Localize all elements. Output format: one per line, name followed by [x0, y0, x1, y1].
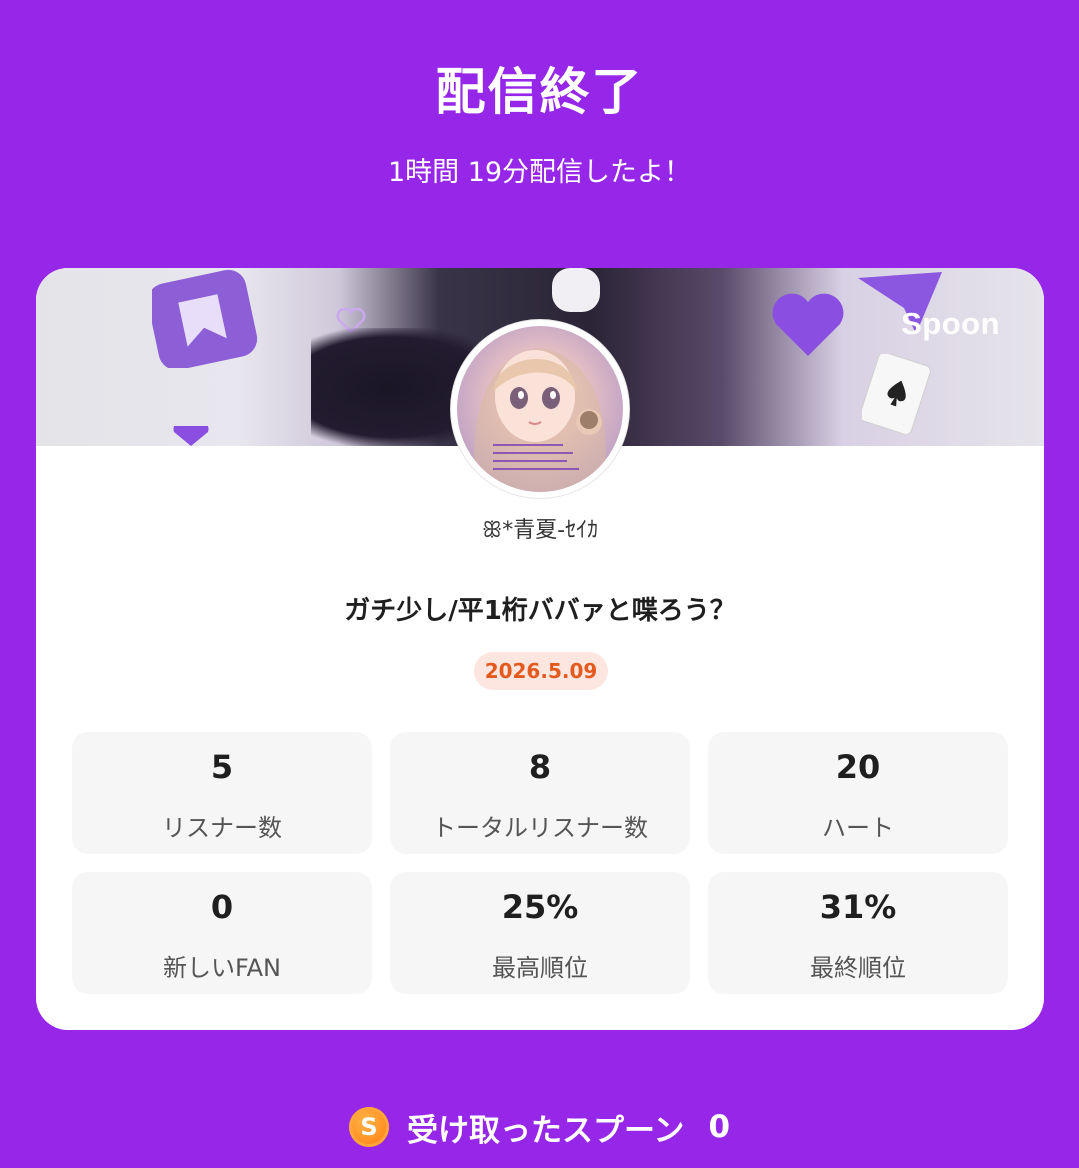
stat-listeners: 5 リスナー数 [72, 732, 372, 854]
stat-total-listeners: 8 トータルリスナー数 [390, 732, 690, 854]
heart-icon [772, 293, 844, 356]
spoons-label: 受け取ったスプーン [406, 1112, 685, 1149]
bookmark-icon [152, 269, 258, 368]
playing-card [862, 354, 931, 434]
date-badge: 2026.5.09 [474, 652, 608, 690]
stream-title: ガチ少し/平1桁ババァと喋ろう？ [344, 596, 736, 626]
stat-label: 最終順位 [810, 954, 906, 982]
duration-text: 1時間 19分配信したよ！ [387, 157, 692, 188]
heart-icon [173, 426, 209, 446]
stat-value: 5 [210, 748, 234, 786]
spoons-count: 0 [708, 1109, 731, 1145]
stat-label: 新しいFAN [163, 954, 281, 982]
stat-value: 25% [501, 888, 579, 926]
mask-face [552, 268, 600, 312]
username: ꕥ*青夏-ｾｲｶ [481, 518, 599, 543]
stat-label: トータルリスナー数 [432, 814, 648, 842]
avatar-image [457, 326, 623, 492]
stat-value: 0 [210, 888, 234, 926]
stat-value: 20 [835, 748, 881, 786]
stat-value: 31% [819, 888, 897, 926]
avatar-illustration [474, 348, 606, 492]
spoon-logo: Spoon [901, 306, 1000, 341]
avatar[interactable] [451, 320, 629, 498]
stat-hearts: 20 ハート [708, 732, 1008, 854]
page-title: 配信終了 [435, 63, 644, 121]
stat-value: 8 [528, 748, 552, 786]
summary-card: Spoon ꕥ*青夏-ｾｲｶ ガチ少し/平1桁ババァと喋ろう？ 2026.5.0… [36, 268, 1044, 1030]
spoon-coin-icon: S [348, 1107, 389, 1147]
stat-label: 最高順位 [492, 954, 588, 982]
stat-label: リスナー数 [162, 814, 282, 842]
stat-best-rank: 25% 最高順位 [390, 872, 690, 994]
stat-new-fans: 0 新しいFAN [72, 872, 372, 994]
stat-final-rank: 31% 最終順位 [708, 872, 1008, 994]
received-spoons: S 受け取ったスプーン 0 [0, 1104, 1079, 1150]
stat-label: ハート [822, 814, 894, 842]
